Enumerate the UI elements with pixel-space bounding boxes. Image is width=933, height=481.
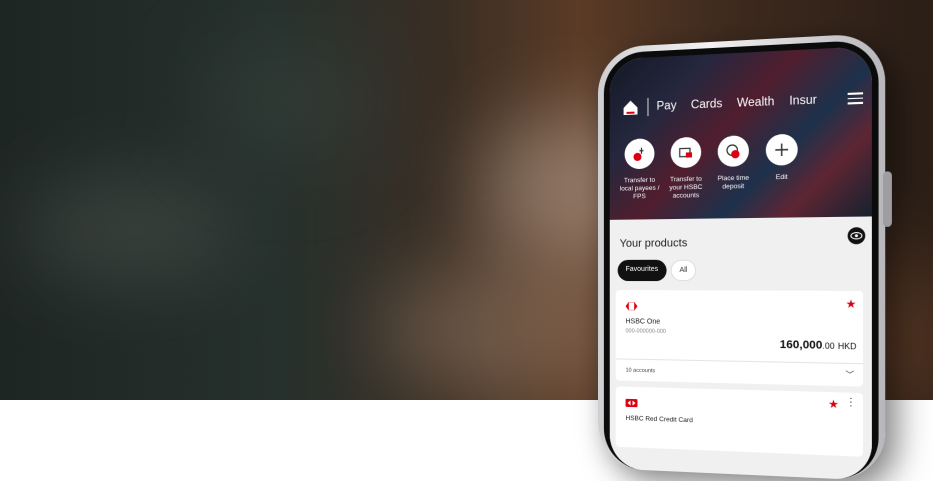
card-divider [616, 358, 863, 364]
hsbc-logo-icon [626, 302, 638, 310]
nav-item-pay[interactable]: Pay [657, 100, 677, 113]
home-icon[interactable] [622, 98, 640, 117]
action-label: Place time deposit [710, 174, 756, 191]
credit-card-name: HSBC Red Credit Card [626, 415, 693, 424]
transfer-hsbc-icon [671, 137, 702, 168]
hamburger-menu-icon[interactable] [848, 89, 863, 107]
credit-card-item[interactable]: ★ ⋮ HSBC Red Credit Card [616, 386, 863, 456]
more-options-icon[interactable]: ⋮ [845, 397, 856, 409]
hsbc-logo-icon [626, 399, 638, 407]
phone-mockup: Pay Cards Wealth Insur Transfer to local… [598, 33, 885, 481]
tab-favourites[interactable]: Favourites [618, 260, 667, 281]
account-card[interactable]: ★ HSBC One 000-000000-000 160,000.00 HKD… [616, 290, 863, 387]
plus-icon [766, 134, 798, 166]
eye-icon[interactable] [848, 227, 866, 244]
favourite-star-icon[interactable]: ★ [828, 397, 839, 411]
chevron-down-icon[interactable]: ﹀ [845, 369, 854, 381]
balance-main: 160,000 [780, 339, 823, 352]
action-transfer-hsbc[interactable]: Transfer to your HSBC accounts [664, 136, 709, 200]
action-label: Transfer to your HSBC accounts [664, 175, 709, 200]
products-section: Your products Favourites All ★ HSBC One … [610, 216, 872, 480]
nav-item-insurance[interactable]: Insur [789, 94, 817, 108]
time-deposit-icon [718, 135, 749, 167]
nav-separator [647, 98, 648, 116]
tab-all[interactable]: All [670, 260, 696, 281]
action-label: Edit [776, 174, 788, 183]
nav-item-wealth[interactable]: Wealth [737, 96, 774, 110]
action-transfer-local[interactable]: Transfer to local payees / FPS [618, 138, 662, 202]
action-label: Transfer to local payees / FPS [618, 177, 662, 202]
phone-screen: Pay Cards Wealth Insur Transfer to local… [610, 46, 872, 480]
transfer-local-icon [625, 138, 655, 169]
account-number: 000-000000-000 [626, 328, 666, 335]
action-edit[interactable]: Edit [758, 133, 805, 199]
phone-side-button [883, 171, 892, 227]
nav-item-cards[interactable]: Cards [691, 98, 723, 112]
action-time-deposit[interactable]: Place time deposit [710, 135, 756, 200]
favourite-star-icon[interactable]: ★ [846, 297, 857, 311]
account-balance: 160,000.00 HKD [780, 339, 857, 353]
balance-currency: HKD [838, 342, 857, 352]
products-title: Your products [620, 237, 688, 250]
quick-actions: Transfer to local payees / FPS Transfer … [618, 131, 866, 201]
balance-decimal: .00 [822, 341, 834, 351]
product-tabs: Favourites All [618, 260, 697, 281]
accounts-count: 10 accounts [626, 368, 656, 375]
account-name: HSBC One [626, 318, 661, 325]
